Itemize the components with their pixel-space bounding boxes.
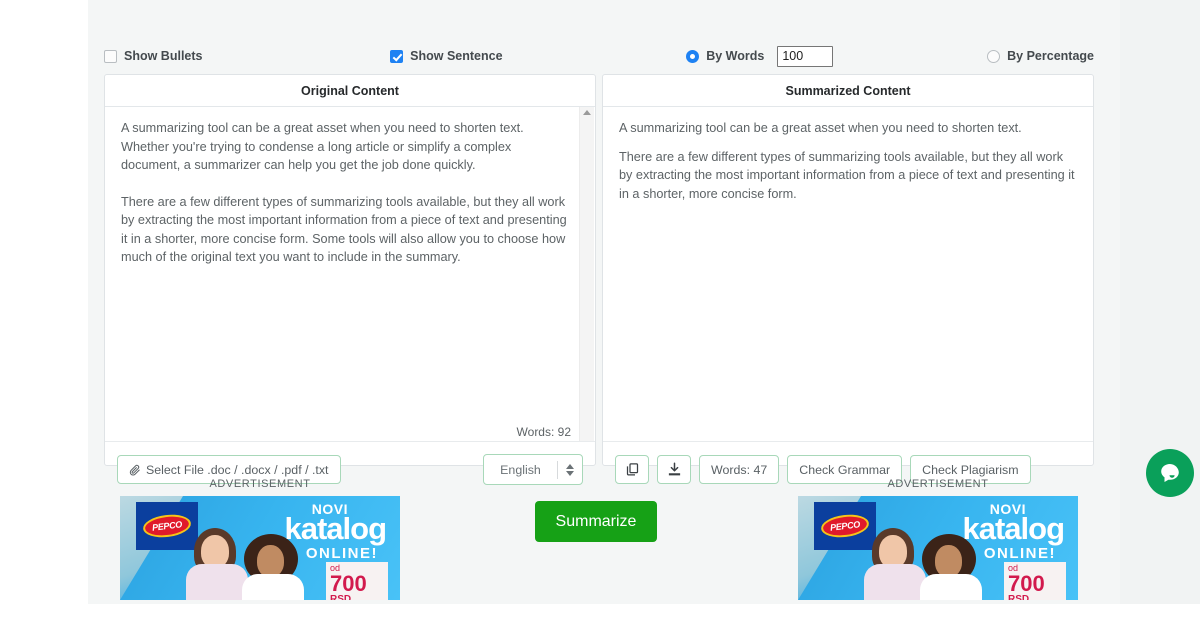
summarize-button[interactable]: Summarize — [535, 501, 657, 542]
option-show-bullets[interactable]: Show Bullets — [104, 49, 390, 63]
original-paragraph: There are a few different types of summa… — [121, 194, 567, 265]
option-by-percentage[interactable]: By Percentage — [987, 49, 1094, 63]
summary-paragraph: A summarizing tool can be a great asset … — [619, 121, 1022, 135]
by-words-radio[interactable] — [686, 49, 700, 63]
ad-label: ADVERTISEMENT — [887, 478, 989, 490]
ad-creative[interactable]: PEPCO NOVI katalog ONLINE! od 700 RSD — [798, 496, 1078, 600]
advertisement-right: ADVERTISEMENT PEPCO NOVI katalog ONLINE!… — [782, 478, 1094, 600]
ad-price-value: 700 — [1008, 571, 1045, 596]
by-percentage-radio[interactable] — [987, 49, 1001, 63]
ad-price-value: 700 — [330, 571, 367, 596]
copy-icon — [626, 463, 638, 476]
scroll-up-arrow-icon[interactable] — [583, 110, 591, 115]
chat-widget-button[interactable] — [1146, 449, 1194, 497]
stepper-arrows-icon[interactable] — [558, 463, 582, 476]
ad-label: ADVERTISEMENT — [209, 478, 311, 490]
ad-creative[interactable]: PEPCO NOVI katalog ONLINE! od 700 RSD — [120, 496, 400, 600]
page-root: Show Bullets Show Sentence By Words By P… — [0, 0, 1200, 630]
language-select[interactable]: English — [483, 454, 583, 485]
by-words-label: By Words — [706, 49, 765, 63]
original-content-panel: Original Content A summarizing tool can … — [104, 74, 596, 485]
right-rail — [1120, 0, 1200, 604]
ad-price-badge: od 700 RSD — [326, 562, 388, 600]
original-content-title: Original Content — [105, 75, 595, 107]
ad-price-badge: od 700 RSD — [1004, 562, 1066, 600]
check-plagiarism-label: Check Plagiarism — [922, 462, 1019, 477]
pepco-brand-text: PEPCO — [829, 519, 861, 533]
ad-headline-2: katalog — [284, 511, 387, 546]
ad-headline-2: katalog — [962, 511, 1065, 546]
select-file-label: Select File .doc / .docx / .pdf / .txt — [146, 462, 329, 477]
options-bar: Show Bullets Show Sentence By Words By P… — [104, 44, 1094, 68]
original-paragraph: A summarizing tool can be a great asset … — [121, 121, 524, 172]
show-bullets-label: Show Bullets — [124, 49, 203, 63]
ad-headline-3: ONLINE! — [983, 545, 1056, 562]
download-button[interactable] — [657, 455, 691, 484]
paperclip-icon — [129, 464, 140, 476]
summarized-content-panel: Summarized Content A summarizing tool ca… — [602, 74, 1094, 484]
advertisement-left: ADVERTISEMENT PEPCO NOVI katalog ONLINE!… — [104, 478, 416, 600]
summary-paragraph: There are a few different types of summa… — [619, 149, 1075, 201]
chat-bubble-icon — [1161, 464, 1179, 482]
original-content-scrollbar[interactable] — [579, 107, 594, 441]
show-sentence-checkbox[interactable] — [390, 49, 404, 63]
check-grammar-label: Check Grammar — [799, 462, 891, 477]
download-icon — [668, 462, 680, 476]
pepco-brand-text: PEPCO — [151, 519, 183, 533]
ad-headline-3: ONLINE! — [305, 545, 378, 562]
show-sentence-label: Show Sentence — [410, 49, 503, 63]
by-percentage-label: By Percentage — [1007, 49, 1094, 63]
option-show-sentence[interactable]: Show Sentence — [390, 49, 686, 63]
by-words-input[interactable] — [777, 45, 834, 67]
summarized-content-area[interactable]: A summarizing tool can be a great asset … — [603, 107, 1093, 441]
summary-word-count: Words: 47 — [711, 462, 768, 477]
option-by-words[interactable]: By Words — [686, 45, 987, 67]
language-value: English — [500, 462, 541, 477]
show-bullets-checkbox[interactable] — [104, 49, 117, 63]
original-content-textarea[interactable]: A summarizing tool can be a great asset … — [105, 107, 595, 441]
summary-word-count-button[interactable]: Words: 47 — [699, 455, 780, 484]
summarized-content-title: Summarized Content — [603, 75, 1093, 107]
copy-button[interactable] — [615, 455, 649, 484]
original-word-count: Words: 92 — [516, 425, 571, 439]
